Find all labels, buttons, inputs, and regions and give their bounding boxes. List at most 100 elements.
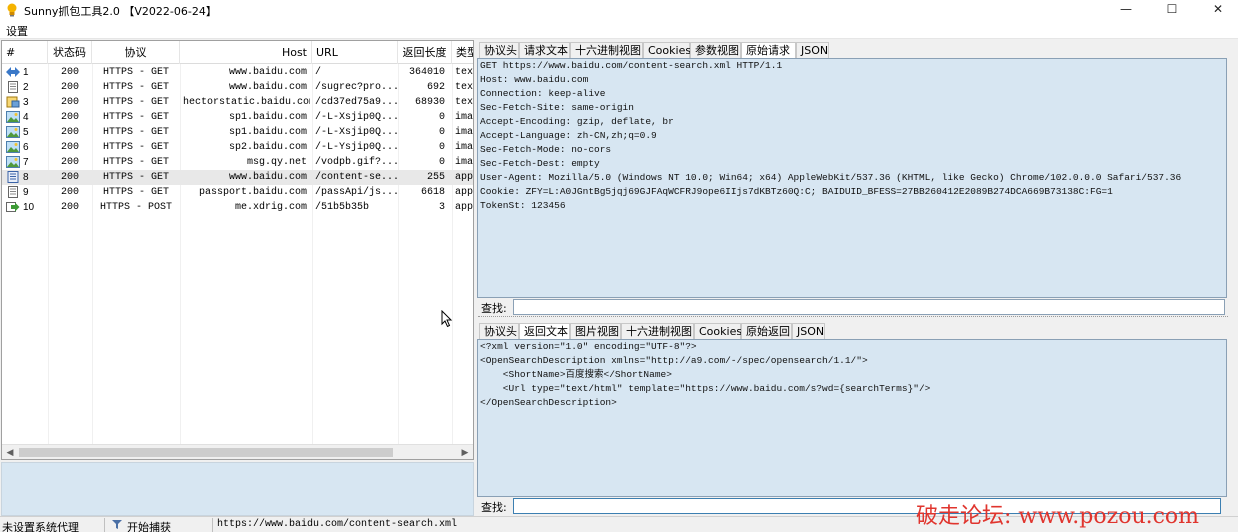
maximize-button[interactable]: ☐ xyxy=(1149,0,1195,20)
response-line: <Url type="text/html" template="https://… xyxy=(480,383,931,394)
row-type: app... xyxy=(455,172,474,183)
request-line: Host: www.baidu.com xyxy=(480,74,589,85)
request-tab-0[interactable]: 协议头 xyxy=(479,42,519,59)
row-url: /51b5b35b xyxy=(315,202,370,213)
row-host: msg.qy.net xyxy=(246,157,307,168)
col-header-length[interactable]: 返回长度 xyxy=(398,41,452,64)
detail-pane xyxy=(1,462,474,516)
request-tab-6[interactable]: JSON xyxy=(796,42,829,59)
row-host: sp1.baidu.com xyxy=(228,112,307,123)
request-text-pane[interactable]: GET https://www.baidu.com/content-search… xyxy=(477,58,1227,298)
table-row[interactable]: 1 200 HTTPS - GET www.baidu.com / 364010 tex..… xyxy=(2,65,473,80)
row-status: 200 xyxy=(60,187,79,198)
row-host: me.xdrig.com xyxy=(234,202,307,213)
row-number: 7 xyxy=(23,157,29,168)
response-line: </OpenSearchDescription> xyxy=(480,397,617,408)
scroll-thumb[interactable] xyxy=(19,448,393,457)
minimize-button[interactable]: — xyxy=(1103,0,1149,20)
row-length: 0 xyxy=(438,127,445,138)
response-tabs: 协议头 返回文本 图片视图 十六进制视图 Cookies 原始返回 JSON xyxy=(479,323,1229,341)
row-index-cell: 1 xyxy=(2,65,48,80)
request-find-bar: 查找: xyxy=(477,299,1227,315)
response-tab-4[interactable]: Cookies xyxy=(694,323,742,340)
col-header-index[interactable]: # xyxy=(2,41,48,64)
response-tab-6[interactable]: JSON xyxy=(792,323,825,340)
row-number: 6 xyxy=(23,142,29,153)
row-protocol: HTTPS - GET xyxy=(102,112,169,123)
table-row[interactable]: 8 200 HTTPS - GET www.baidu.com/content-se.… xyxy=(2,170,473,185)
image-icon xyxy=(6,126,20,138)
row-url: /vodpb.gif?... xyxy=(315,157,398,168)
start-capture-button[interactable]: 开始捕获 xyxy=(127,519,171,532)
response-tab-5[interactable]: 原始返回 xyxy=(741,323,792,340)
row-protocol: HTTPS - POST xyxy=(99,202,172,213)
response-tab-3[interactable]: 十六进制视图 xyxy=(621,323,694,340)
row-status: 200 xyxy=(60,127,79,138)
row-protocol: HTTPS - GET xyxy=(102,157,169,168)
col-header-url[interactable]: URL xyxy=(312,41,398,64)
request-tab-3[interactable]: Cookies xyxy=(643,42,691,59)
bulb-icon xyxy=(7,3,17,17)
row-status: 200 xyxy=(60,112,79,123)
panel-splitter[interactable] xyxy=(478,316,1228,319)
request-line: Connection: keep-alive xyxy=(480,88,606,99)
col-header-status[interactable]: 状态码 xyxy=(48,41,92,64)
response-text-pane[interactable]: <?xml version="1.0" encoding="UTF-8"?> <O… xyxy=(477,339,1227,497)
row-protocol: HTTPS - GET xyxy=(102,172,169,183)
table-row[interactable]: 6 200 HTTPS - GET sp2.baidu.com /-L-Ysjip0Q.… xyxy=(2,140,473,155)
close-button[interactable]: ✕ xyxy=(1195,0,1238,20)
image-icon xyxy=(6,141,20,153)
col-header-host[interactable]: Host xyxy=(180,41,312,64)
row-length: 692 xyxy=(426,82,445,93)
window-title: Sunny抓包工具2.0 【V2022-06-24】 xyxy=(24,5,217,18)
request-line: GET https://www.baidu.com/content-search… xyxy=(480,60,783,71)
request-tab-2[interactable]: 十六进制视图 xyxy=(570,42,643,59)
col-header-type[interactable]: 类型 xyxy=(452,41,473,64)
request-tab-1[interactable]: 请求文本 xyxy=(519,42,570,59)
filter-icon xyxy=(112,520,122,529)
horizontal-scrollbar[interactable]: ◀ ▶ xyxy=(2,444,473,459)
row-length: 6618 xyxy=(420,187,445,198)
scroll-right-arrow-icon[interactable]: ▶ xyxy=(457,445,473,459)
session-rows: 1200HTTPS - GETwww.baidu.com/364010tex..… xyxy=(2,65,473,215)
image-icon xyxy=(6,156,20,168)
table-row[interactable]: 5 200 HTTPS - GET sp1.baidu.com /-L-Xsjip0Q.… xyxy=(2,125,473,140)
table-row[interactable]: 7 200 HTTPS - GET msg.qy.net/vodpb.gif?... 0… xyxy=(2,155,473,170)
request-line: Accept-Encoding: gzip, deflate, br xyxy=(480,116,674,127)
row-type: app... xyxy=(455,187,474,198)
table-row[interactable]: 9 200 HTTPS - GET passport.baidu.com/passAp… xyxy=(2,185,473,200)
row-status: 200 xyxy=(60,82,79,93)
request-line: User-Agent: Mozilla/5.0 (Windows NT 10.0… xyxy=(480,172,1182,183)
row-protocol: HTTPS - GET xyxy=(102,142,169,153)
row-type: ima... xyxy=(455,157,474,168)
proxy-status: 未设置系统代理 xyxy=(2,521,79,532)
row-status: 200 xyxy=(60,97,79,108)
table-row[interactable]: 10 200 HTTPS - POST me.xdrig.com/51b5b35b 3 a… xyxy=(2,200,473,215)
request-line: TokenSt: 123456 xyxy=(480,200,566,211)
row-length: 0 xyxy=(438,112,445,123)
table-row[interactable]: 2 200 HTTPS - GET www.baidu.com/sugrec?pro.… xyxy=(2,80,473,95)
row-host: sp2.baidu.com xyxy=(228,142,307,153)
image-icon xyxy=(6,111,20,123)
row-number: 4 xyxy=(23,112,29,123)
menu-settings[interactable]: 设置 xyxy=(6,23,28,39)
request-tab-4[interactable]: 参数视图 xyxy=(690,42,741,59)
row-index-cell: 8 xyxy=(2,170,48,185)
row-status: 200 xyxy=(60,202,79,213)
col-header-protocol[interactable]: 协议 xyxy=(92,41,180,64)
request-find-input[interactable] xyxy=(513,299,1225,315)
table-row[interactable]: 3 200 HTTPS - GET hectorstatic.baidu.com/cd… xyxy=(2,95,473,110)
current-url: https://www.baidu.com/content-search.xml xyxy=(217,519,458,530)
row-url: /cd37ed75a9... xyxy=(315,97,398,108)
row-host: www.baidu.com xyxy=(228,82,307,93)
row-index-cell: 4 xyxy=(2,110,48,125)
response-tab-2[interactable]: 图片视图 xyxy=(570,323,621,340)
response-tab-0[interactable]: 协议头 xyxy=(479,323,519,340)
row-protocol: HTTPS - GET xyxy=(102,67,169,78)
row-length: 3 xyxy=(438,202,445,213)
json-icon xyxy=(6,171,20,183)
scroll-left-arrow-icon[interactable]: ◀ xyxy=(2,445,18,459)
document-icon xyxy=(6,186,20,198)
table-row[interactable]: 4 200 HTTPS - GET sp1.baidu.com /-L-Xsjip0Q.… xyxy=(2,110,473,125)
row-number: 10 xyxy=(23,202,35,213)
